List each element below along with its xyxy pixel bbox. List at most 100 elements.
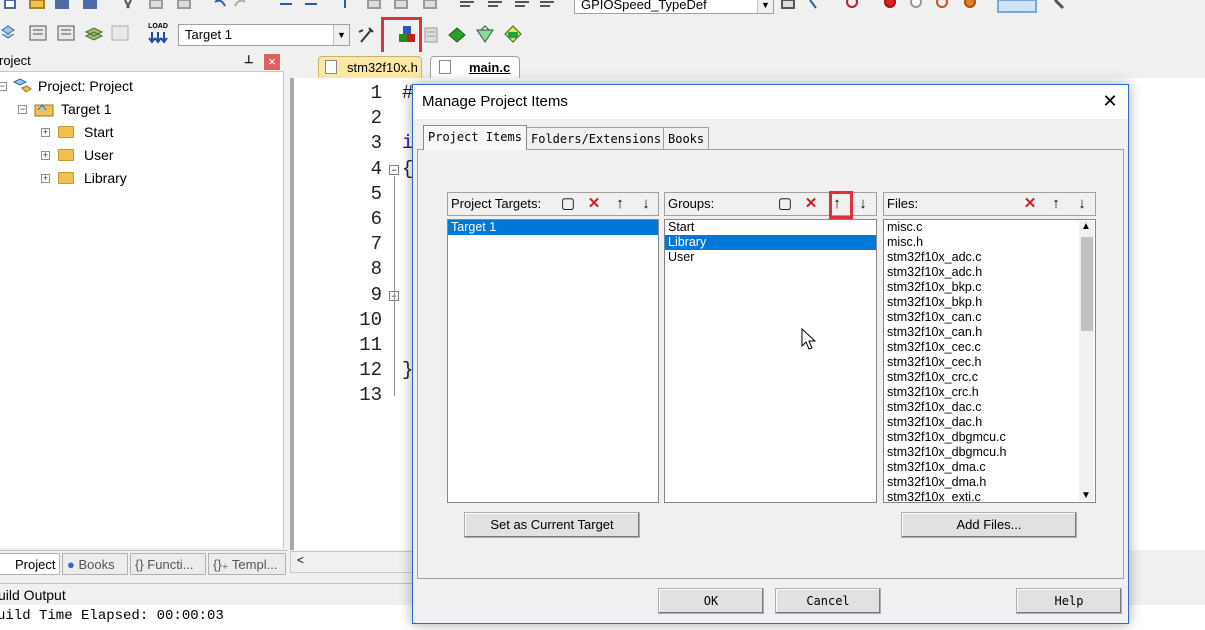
line-number: 12 <box>359 359 382 381</box>
new-group-icon[interactable]: ▢ <box>775 195 795 215</box>
expand-icon[interactable]: + <box>41 174 50 183</box>
tab-templates[interactable]: {}₊ Templ... <box>208 553 286 575</box>
targets-header: Project Targets: ▢ ✕ ↑ ↓ <box>447 192 659 216</box>
list-item-group[interactable]: Library <box>665 235 876 250</box>
list-item-file[interactable]: stm32f10x_dma.c <box>884 460 1095 475</box>
targets-list[interactable]: Target 1 <box>447 219 659 503</box>
list-item-file[interactable]: stm32f10x_can.c <box>884 310 1095 325</box>
cancel-button[interactable]: Cancel <box>775 588 881 614</box>
pack-installer-icon[interactable] <box>448 27 466 43</box>
fold-guide <box>394 176 395 396</box>
tab-books[interactable]: ● Books <box>62 553 128 575</box>
config-combo[interactable]: GPIOSpeed_TypeDef ▼ <box>574 0 774 14</box>
tree-item-label: Start <box>84 124 114 140</box>
list-item-file[interactable]: misc.h <box>884 235 1095 250</box>
close-icon[interactable]: ✕ <box>1100 91 1120 111</box>
manage-rte-icon[interactable] <box>476 25 494 43</box>
expand-icon[interactable]: + <box>41 128 50 137</box>
delete-group-icon[interactable]: ✕ <box>801 195 821 215</box>
manage-items-highlight <box>381 17 422 55</box>
list-item-target[interactable]: Target 1 <box>448 220 658 235</box>
set-current-target-button[interactable]: Set as Current Target <box>464 512 640 538</box>
list-item-file[interactable]: stm32f10x_exti.c <box>884 490 1095 502</box>
list-item-file[interactable]: stm32f10x_cec.c <box>884 340 1095 355</box>
pin-icon[interactable]: ⊥ <box>244 53 254 66</box>
files-list[interactable]: misc.c misc.h stm32f10x_adc.c stm32f10x_… <box>883 219 1096 503</box>
delete-file-icon[interactable]: ✕ <box>1020 195 1040 215</box>
event-recorder-icon[interactable] <box>504 25 522 43</box>
build-icon[interactable] <box>29 25 47 41</box>
list-item-file[interactable]: stm32f10x_dac.c <box>884 400 1095 415</box>
tab-functions[interactable]: {} Functi... <box>130 553 206 575</box>
button-label: Add Files... <box>956 517 1022 532</box>
new-target-icon[interactable]: ▢ <box>558 195 578 215</box>
list-item-file[interactable]: stm32f10x_dac.h <box>884 415 1095 430</box>
move-group-down-icon[interactable]: ↓ <box>853 195 873 215</box>
select-packs-icon[interactable] <box>424 27 438 43</box>
scroll-up-icon[interactable]: ▲ <box>1081 221 1091 232</box>
target-folder-icon <box>34 104 54 117</box>
list-item-file[interactable]: stm32f10x_can.h <box>884 325 1095 340</box>
help-button[interactable]: Help <box>1016 588 1122 614</box>
tab-stm32f10x-h[interactable]: stm32f10x.h <box>318 56 422 78</box>
tab-folders-extensions[interactable]: Folders/Extensions <box>526 127 667 149</box>
stop-build-icon[interactable] <box>111 25 129 41</box>
groups-list[interactable]: Start Library User <box>664 219 877 503</box>
target-combo[interactable]: Target 1 ▼ <box>178 24 350 46</box>
config-combo-value: GPIOSpeed_TypeDef <box>581 0 707 12</box>
download-icon[interactable]: LOAD <box>148 22 168 48</box>
move-file-up-icon[interactable]: ↑ <box>1046 195 1066 215</box>
list-item-file[interactable]: stm32f10x_bkp.h <box>884 295 1095 310</box>
list-item-group[interactable]: Start <box>665 220 876 235</box>
scroll-left-icon[interactable]: < <box>297 553 304 567</box>
chevron-down-icon[interactable]: ▼ <box>333 25 349 45</box>
close-icon[interactable]: × <box>264 54 280 70</box>
list-item-file[interactable]: misc.c <box>884 220 1095 235</box>
build-icons-group <box>1 25 129 41</box>
move-target-down-icon[interactable]: ↓ <box>636 195 656 215</box>
project-icon <box>12 78 32 93</box>
folder-icon <box>58 149 74 161</box>
add-files-button[interactable]: Add Files... <box>901 512 1077 538</box>
scroll-thumb[interactable] <box>1081 237 1093 331</box>
delete-target-icon[interactable]: ✕ <box>584 195 604 215</box>
list-item-file[interactable]: stm32f10x_cec.h <box>884 355 1095 370</box>
list-item-file[interactable]: stm32f10x_dbgmcu.h <box>884 445 1095 460</box>
line-number: 5 <box>370 183 382 205</box>
collapse-icon[interactable]: − <box>0 82 7 91</box>
list-item-file[interactable]: stm32f10x_adc.c <box>884 250 1095 265</box>
fold-collapse-icon[interactable]: − <box>389 165 399 175</box>
list-item-file[interactable]: stm32f10x_crc.h <box>884 385 1095 400</box>
list-item-file[interactable]: stm32f10x_dbgmcu.c <box>884 430 1095 445</box>
expand-icon[interactable]: + <box>41 151 50 160</box>
tab-project-items[interactable]: Project Items <box>423 125 527 150</box>
manage-project-items-dialog: Manage Project Items ✕ Project Items Fol… <box>412 84 1129 624</box>
rebuild-icon[interactable] <box>57 25 75 41</box>
scroll-down-icon[interactable]: ▼ <box>1081 490 1091 501</box>
list-item-file[interactable]: stm32f10x_bkp.c <box>884 280 1095 295</box>
groups-label: Groups: <box>668 196 715 211</box>
list-item-file[interactable]: stm32f10x_adc.h <box>884 265 1095 280</box>
move-file-down-icon[interactable]: ↓ <box>1072 195 1092 215</box>
tab-books[interactable]: Books <box>663 127 710 149</box>
list-item-file[interactable]: stm32f10x_dma.h <box>884 475 1095 490</box>
line-number: 7 <box>370 233 382 255</box>
download-icon-label: LOAD <box>148 23 168 30</box>
files-vertical-scrollbar[interactable]: ▲ ▼ <box>1079 221 1094 501</box>
list-item-group[interactable]: User <box>665 250 876 265</box>
ok-button[interactable]: OK <box>658 588 764 614</box>
batch-build-icon[interactable] <box>84 27 104 41</box>
main-toolbar: GPIOSpeed_TypeDef ▼ <box>0 0 1205 16</box>
target-options-icon[interactable] <box>358 27 374 43</box>
project-panel-title: roject <box>0 53 31 68</box>
tab-label: Books <box>668 132 705 146</box>
list-item-file[interactable]: stm32f10x_crc.c <box>884 370 1095 385</box>
tab-main-c[interactable]: main.c <box>430 56 520 78</box>
project-panel-tabs: Project ● Books {} Functi... {}₊ Templ..… <box>0 550 288 576</box>
collapse-icon[interactable]: − <box>18 105 27 114</box>
translate-icon[interactable] <box>1 25 15 39</box>
move-target-up-icon[interactable]: ↑ <box>610 195 630 215</box>
chevron-down-icon[interactable]: ▼ <box>757 0 773 13</box>
tab-project[interactable]: Project <box>0 553 60 575</box>
editor-horizontal-scrollbar[interactable]: < <box>290 551 420 573</box>
